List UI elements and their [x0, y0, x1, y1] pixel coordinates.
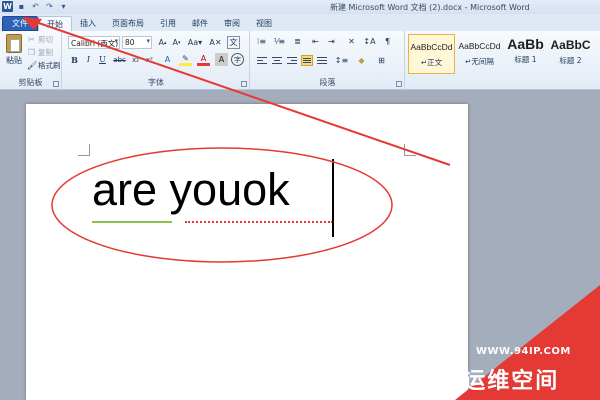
change-case-icon[interactable]: Aa▾ [187, 36, 203, 49]
text-cursor [332, 159, 334, 237]
bold-icon[interactable]: B [68, 53, 81, 66]
style-normal[interactable]: AaBbCcDd ↵正文 [408, 34, 455, 74]
align-left-icon[interactable] [256, 55, 268, 66]
align-center-icon[interactable] [271, 55, 283, 66]
font-group-label: 字体 [148, 78, 164, 87]
margin-mark-top-left [78, 144, 90, 156]
copy-icon: ❐ [27, 48, 36, 57]
clipboard-group: 粘贴 ✂ 剪切 ❐ 复制 🖌 格式刷 剪贴板 [0, 31, 62, 89]
superscript-icon[interactable]: x² [143, 53, 156, 66]
text-effects-icon[interactable]: A [161, 53, 174, 66]
clipboard-group-label: 剪贴板 [18, 78, 43, 87]
save-icon[interactable]: ▪ [16, 1, 27, 12]
distributed-icon[interactable] [316, 55, 328, 66]
borders-icon[interactable]: ⊞ [375, 54, 388, 67]
style-name: 标题 2 [559, 56, 582, 65]
ribbon-tabs: 文件 开始 插入 页面布局 引用 邮件 审阅 视图 [0, 14, 600, 31]
style-name: ↵正文 [420, 58, 443, 67]
copy-label: 复制 [38, 48, 53, 57]
line-spacing-icon[interactable]: ↕≡ [335, 54, 348, 67]
underline-icon[interactable]: U [96, 53, 109, 66]
copy-button[interactable]: ❐ 复制 [27, 47, 53, 58]
tab-home[interactable]: 开始 [38, 16, 72, 31]
margin-mark-top-right [404, 144, 416, 156]
decrease-indent-icon[interactable]: ⇤ [309, 35, 322, 48]
chinese-layout-icon[interactable]: ✕ [345, 35, 358, 48]
scissors-icon: ✂ [28, 35, 35, 44]
align-right-icon[interactable] [286, 55, 298, 66]
tab-insert[interactable]: 插入 [72, 16, 104, 31]
format-painter-label: 格式刷 [38, 61, 61, 70]
tab-file[interactable]: 文件 [2, 16, 38, 31]
font-name-select[interactable]: Calibri (西文) [68, 36, 120, 49]
watermark-url: WWW.94IP.COM [476, 346, 571, 357]
cut-label: 剪切 [38, 35, 53, 44]
style-no-spacing[interactable]: AaBbCcDd ↵无间隔 [456, 34, 503, 74]
paste-label: 粘贴 [6, 56, 22, 65]
increase-indent-icon[interactable]: ⇥ [325, 35, 338, 48]
paragraph-group: ⁝≡ ⅟≡ ≣ ⇤ ⇥ ✕ ↕A ¶ ↕≡ ◆ ⊞ 段落 [251, 31, 405, 89]
style-sample: AaBb [507, 36, 544, 52]
style-heading-1[interactable]: AaBb 标题 1 [502, 34, 549, 74]
paragraph-group-label: 段落 [319, 78, 336, 87]
paintbrush-icon: 🖌 [27, 61, 38, 70]
ribbon: 粘贴 ✂ 剪切 ❐ 复制 🖌 格式刷 剪贴板 Calibri (西文) 80 A… [0, 31, 600, 90]
clipboard-launcher-icon[interactable] [53, 81, 59, 87]
spelling-underline [185, 221, 333, 223]
font-color-icon[interactable]: A [197, 53, 210, 66]
bullets-icon[interactable]: ⁝≡ [255, 35, 268, 48]
font-size-select[interactable]: 80 [122, 36, 152, 49]
subscript-icon[interactable]: x₂ [129, 53, 142, 66]
customize-icon[interactable]: ▾ [58, 1, 69, 12]
tab-references[interactable]: 引用 [152, 16, 184, 31]
style-sample: AaBbC [550, 38, 591, 52]
tab-view[interactable]: 视图 [248, 16, 280, 31]
undo-icon[interactable]: ↶ [30, 1, 41, 12]
font-launcher-icon[interactable] [241, 81, 247, 87]
enclose-char-icon[interactable]: 字 [231, 53, 244, 66]
shading-icon[interactable]: ◆ [355, 54, 368, 67]
sort-icon[interactable]: ↕A [363, 35, 376, 48]
paragraph-launcher-icon[interactable] [396, 81, 402, 87]
italic-icon[interactable]: I [82, 53, 95, 66]
document-page[interactable]: are youok [26, 104, 468, 400]
cut-button[interactable]: ✂ 剪切 [27, 34, 53, 45]
format-painter-button[interactable]: 🖌 格式刷 [27, 60, 61, 71]
styles-group: AaBbCcDd ↵正文 AaBbCcDd ↵无间隔 AaBb 标题 1 AaB… [406, 31, 600, 89]
grow-font-icon[interactable]: A ▴ [156, 36, 169, 49]
window-title: 新建 Microsoft Word 文档 (2).docx - Microsof… [330, 3, 530, 12]
word-logo-icon[interactable]: W [2, 1, 13, 12]
highlight-icon[interactable]: ✎ [179, 53, 192, 66]
style-heading-2[interactable]: AaBbC 标题 2 [547, 34, 594, 74]
style-sample: AaBbCcDd [410, 42, 453, 52]
strikethrough-icon[interactable]: abc [113, 53, 126, 66]
tab-page-layout[interactable]: 页面布局 [104, 16, 152, 31]
show-marks-icon[interactable]: ¶ [381, 35, 394, 48]
paste-button[interactable]: 粘贴 [3, 34, 25, 74]
tab-mailings[interactable]: 邮件 [184, 16, 216, 31]
multilevel-list-icon[interactable]: ≣ [291, 35, 304, 48]
title-bar: W ▪ ↶ ↷ ▾ 新建 Microsoft Word 文档 (2).docx … [0, 0, 600, 14]
style-name: ↵无间隔 [465, 57, 494, 66]
clear-format-icon[interactable]: A✕ [209, 36, 222, 49]
numbering-icon[interactable]: ⅟≡ [273, 35, 286, 48]
redo-icon[interactable]: ↷ [44, 1, 55, 12]
tab-review[interactable]: 审阅 [216, 16, 248, 31]
style-name: 标题 1 [514, 55, 537, 64]
justify-icon[interactable] [301, 55, 313, 66]
style-sample: AaBbCcDd [458, 41, 501, 51]
paste-icon [6, 34, 22, 53]
watermark-brand: IT运维空间 [436, 369, 560, 394]
quick-access-toolbar: W ▪ ↶ ↷ ▾ [2, 1, 69, 12]
shrink-font-icon[interactable]: A ▾ [170, 36, 183, 49]
phonetic-guide-icon[interactable]: 文 [227, 36, 240, 49]
char-shading-icon[interactable]: A [215, 53, 228, 66]
grammar-underline [92, 221, 172, 223]
document-text[interactable]: are youok [92, 167, 290, 212]
font-group: Calibri (西文) 80 A▴ A▾ Aa▾ A✕ 文 B I U abc… [63, 31, 250, 89]
